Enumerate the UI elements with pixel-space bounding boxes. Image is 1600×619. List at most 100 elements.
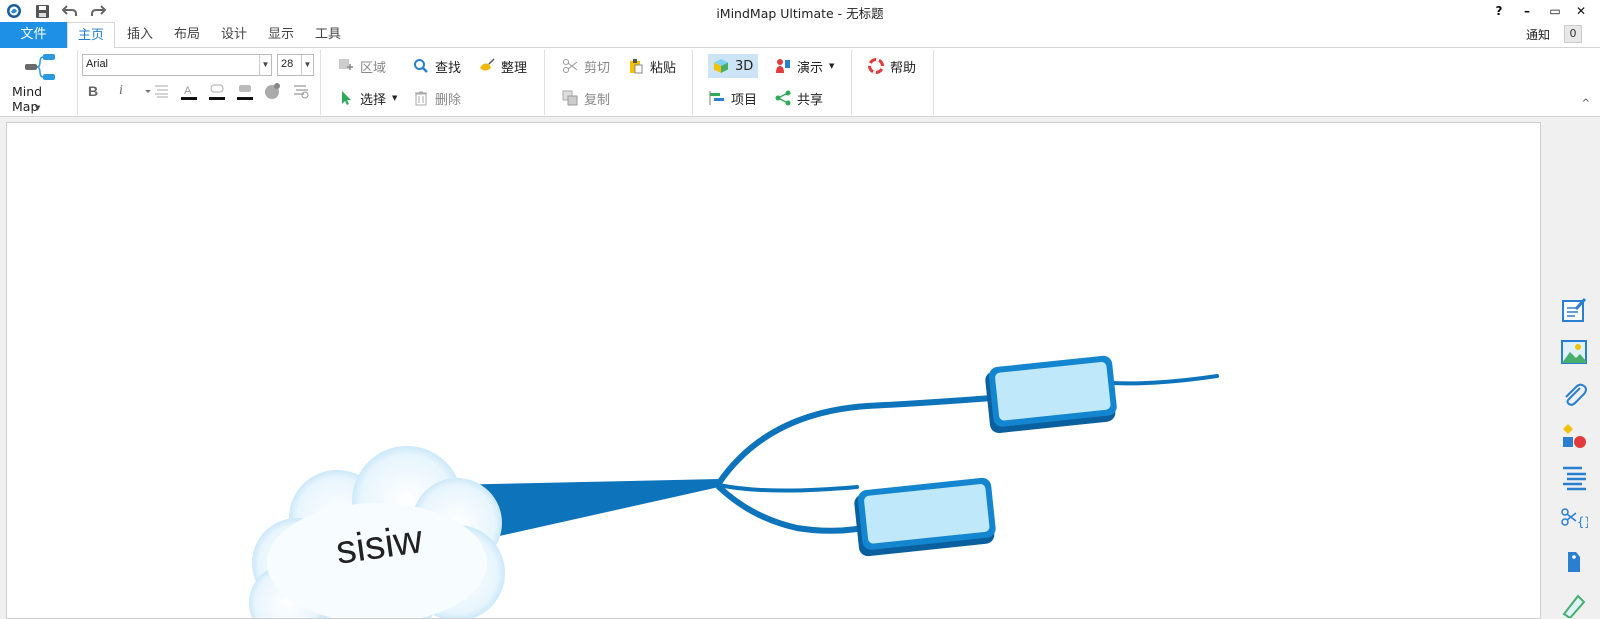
- snippets-icon[interactable]: {}: [1559, 505, 1589, 535]
- find-button[interactable]: 查找: [413, 55, 461, 77]
- share-label: 共享: [797, 92, 824, 108]
- chevron-down-icon: ▼: [829, 62, 835, 70]
- minimize-button[interactable]: –: [1517, 2, 1537, 20]
- branch-upper-extension: [1110, 374, 1219, 386]
- tab-design[interactable]: 设计: [212, 22, 256, 48]
- restore-button[interactable]: ▭: [1545, 2, 1565, 20]
- close-button[interactable]: ✕: [1571, 2, 1591, 20]
- mind-map-canvas[interactable]: sisiw: [6, 122, 1541, 619]
- shapes-icon[interactable]: [1559, 421, 1589, 451]
- present-button[interactable]: 演示 ▼: [775, 55, 834, 77]
- group-divider: [851, 50, 852, 115]
- tab-file[interactable]: 文件: [0, 22, 67, 48]
- project-label: 项目: [731, 92, 758, 108]
- clipboard-icon: [628, 58, 644, 74]
- style-palette-icon[interactable]: [264, 82, 282, 100]
- font-size-select[interactable]: 28 ▼: [277, 54, 314, 76]
- ribbon-toolbar: Mind Map ▼ Arial ▼ 28 ▼ B i A 区域 选择 ▼ 查找…: [0, 48, 1600, 117]
- paste-label: 粘贴: [650, 60, 677, 76]
- svg-text:{}: {}: [1577, 515, 1588, 529]
- title-bar: iMindMap Ultimate - 无标题 ? – ▭ ✕: [0, 0, 1600, 22]
- group-divider: [544, 50, 545, 115]
- search-icon: [413, 58, 429, 74]
- cut-label: 剪切: [584, 60, 611, 76]
- lifebuoy-icon: [868, 58, 884, 74]
- copy-label: 复制: [584, 92, 611, 108]
- group-divider: [692, 50, 693, 115]
- cut-button[interactable]: 剪切: [562, 55, 610, 77]
- tab-home[interactable]: 主页: [67, 22, 115, 49]
- region-button[interactable]: 区域: [338, 55, 386, 77]
- mind-map-button[interactable]: Mind Map ▼: [6, 50, 72, 114]
- font-size-value: 28: [281, 58, 294, 70]
- group-divider: [77, 50, 78, 115]
- workspace: sisiw {}: [0, 117, 1600, 619]
- mind-map-icon: [24, 52, 58, 85]
- notes-icon[interactable]: [1559, 295, 1589, 325]
- trash-icon: [413, 90, 429, 106]
- text-color-icon[interactable]: A: [180, 82, 198, 100]
- share-button[interactable]: 共享: [775, 87, 823, 109]
- notifications-label[interactable]: 通知: [1526, 26, 1550, 43]
- delete-label: 删除: [435, 92, 462, 108]
- tidy-label: 整理: [501, 60, 528, 76]
- clear-format-icon[interactable]: [292, 82, 310, 100]
- topic-node-2[interactable]: [853, 477, 997, 557]
- tab-layout[interactable]: 布局: [165, 22, 209, 48]
- chevron-down-icon[interactable]: ▼: [35, 104, 40, 112]
- outline-icon[interactable]: [1559, 463, 1589, 493]
- tidy-button[interactable]: 整理: [479, 55, 527, 77]
- copy-icon: [562, 90, 578, 106]
- gantt-icon: [709, 90, 725, 106]
- notifications-count-badge[interactable]: 0: [1564, 25, 1582, 43]
- branch-upper: [716, 395, 995, 486]
- region-icon: [338, 58, 354, 74]
- right-sidebar: {}: [1553, 117, 1600, 619]
- bookmark-icon[interactable]: [1559, 589, 1589, 619]
- project-button[interactable]: 项目: [709, 87, 757, 109]
- mind-map-drawing: sisiw: [249, 355, 1219, 618]
- help-button[interactable]: ?: [1489, 2, 1509, 20]
- cursor-icon: [338, 90, 354, 106]
- tag-icon[interactable]: [1559, 547, 1589, 577]
- mind-map-label: Mind Map: [12, 84, 43, 114]
- paste-button[interactable]: 粘贴: [628, 55, 676, 77]
- 3d-toggle-button[interactable]: 3D: [708, 54, 759, 78]
- select-button[interactable]: 选择 ▼: [338, 87, 397, 109]
- align-icon[interactable]: [144, 82, 170, 100]
- select-label: 选择: [360, 92, 387, 108]
- find-label: 查找: [435, 60, 462, 76]
- svg-text:A: A: [184, 85, 192, 97]
- delete-button[interactable]: 删除: [413, 87, 461, 109]
- copy-button[interactable]: 复制: [562, 87, 610, 109]
- bold-button[interactable]: B: [84, 82, 102, 100]
- branch-color-icon[interactable]: [236, 82, 254, 100]
- present-label: 演示: [797, 60, 824, 76]
- branch-lower: [716, 484, 860, 534]
- share-icon: [775, 90, 791, 106]
- chevron-down-icon: ▼: [392, 94, 398, 102]
- font-family-value: Arial: [86, 58, 109, 70]
- tab-view[interactable]: 显示: [259, 22, 303, 48]
- help-label: 帮助: [890, 60, 917, 76]
- fill-color-icon[interactable]: [208, 82, 226, 100]
- chevron-down-icon[interactable]: ▼: [259, 55, 271, 75]
- topic-node-1[interactable]: [984, 355, 1118, 434]
- scissors-icon: [562, 58, 578, 74]
- font-family-select[interactable]: Arial ▼: [82, 54, 272, 76]
- 3d-label: 3D: [735, 58, 754, 74]
- collapse-ribbon-icon[interactable]: ^: [1582, 98, 1590, 109]
- group-divider: [933, 50, 934, 115]
- image-icon[interactable]: [1559, 337, 1589, 367]
- attachment-icon[interactable]: [1559, 379, 1589, 409]
- ribbon-tab-bar: 文件 主页 插入 布局 设计 显示 工具 通知 0: [0, 22, 1600, 49]
- region-label: 区域: [360, 60, 387, 76]
- branch-stub: [717, 483, 859, 493]
- tab-insert[interactable]: 插入: [118, 22, 162, 48]
- chevron-down-icon[interactable]: ▼: [301, 55, 313, 75]
- help-ribbon-button[interactable]: 帮助: [868, 55, 916, 77]
- group-divider: [320, 50, 321, 115]
- tab-tools[interactable]: 工具: [306, 22, 350, 48]
- broom-icon: [479, 58, 495, 74]
- italic-button[interactable]: i: [112, 82, 130, 100]
